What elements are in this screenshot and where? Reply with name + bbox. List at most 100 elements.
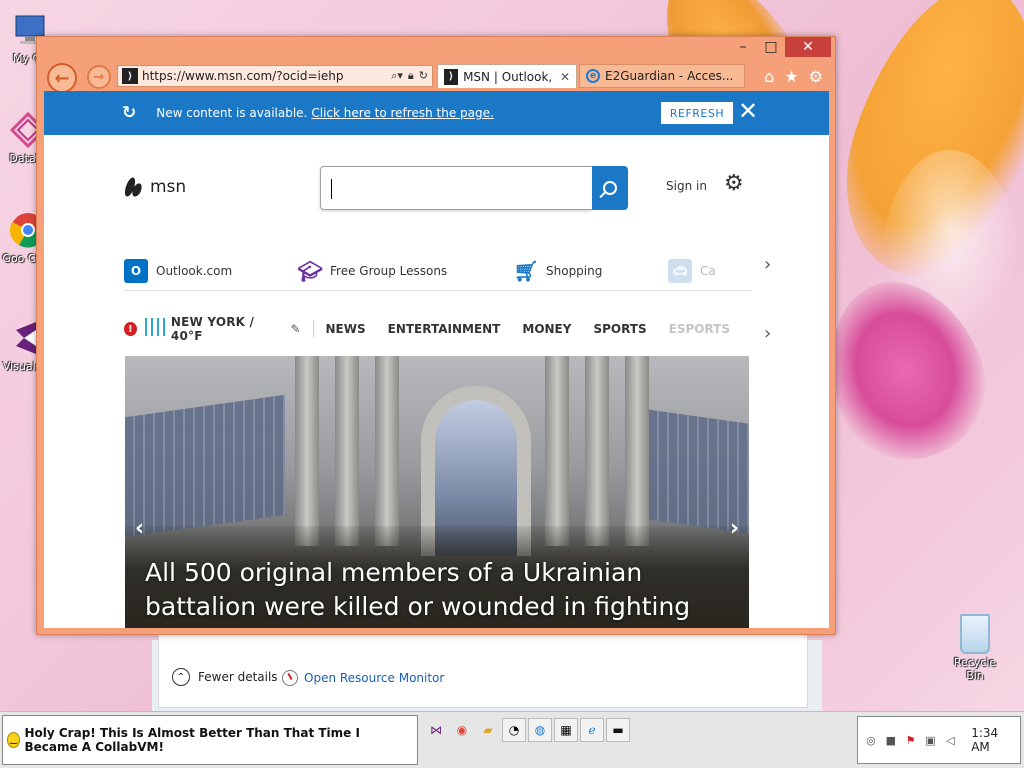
- favorites-star-icon[interactable]: ★: [784, 67, 798, 86]
- globe-icon: ◍: [534, 723, 546, 737]
- weather-location[interactable]: NEW YORK / 40°F: [171, 315, 281, 343]
- taskbar-ie[interactable]: ℯ: [580, 718, 604, 742]
- taskbar-chrome[interactable]: ◉: [450, 718, 474, 742]
- tab-e2guardian[interactable]: e E2Guardian - Acces...: [579, 64, 745, 88]
- chevron-right-icon[interactable]: ›: [764, 254, 771, 275]
- taskbar-visual-studio[interactable]: ⋈: [424, 718, 448, 742]
- msn-favicon-icon: ⟩: [122, 68, 138, 84]
- hero-headline[interactable]: All 500 original members of a Ukrainian …: [145, 556, 725, 624]
- desktop-icon-label: Recycle Bin: [953, 656, 997, 682]
- hero-image-detail: [335, 356, 359, 546]
- taskbar-cmd[interactable]: ▬: [606, 718, 630, 742]
- hero-image-detail: [639, 408, 749, 534]
- quick-links-bar: O Outlook.com 🎓︎ Free Group Lessons 🛒︎ S…: [124, 251, 752, 291]
- nav-divider: [312, 320, 314, 338]
- edit-pencil-icon[interactable]: ✎: [291, 322, 301, 336]
- fewer-details-label: Fewer details: [198, 670, 278, 684]
- quick-link-group-lessons[interactable]: 🎓︎ Free Group Lessons: [297, 258, 447, 283]
- window-controls: – □ ✕: [729, 37, 831, 57]
- close-icon[interactable]: ✕: [738, 97, 758, 125]
- refresh-button[interactable]: REFRESH: [661, 102, 733, 124]
- volume-icon[interactable]: ◁: [943, 733, 957, 747]
- gear-icon[interactable]: ⚙: [809, 67, 823, 86]
- hero-image-detail: [625, 356, 649, 546]
- taskbar-motd[interactable]: ‿ Holy Crap! This Is Almost Better Than …: [2, 715, 418, 765]
- search-icon[interactable]: ⌕▾: [391, 69, 403, 83]
- nav-entertainment[interactable]: ENTERTAINMENT: [388, 322, 501, 336]
- nav-esports[interactable]: ESPORTS: [669, 322, 730, 336]
- home-icon[interactable]: ⌂: [764, 67, 774, 86]
- msn-logo[interactable]: msn: [124, 175, 186, 199]
- search-icon: [603, 181, 617, 195]
- nav-news[interactable]: NEWS: [326, 322, 366, 336]
- refresh-notice-bar: ↻ New content is available. Click here t…: [44, 91, 829, 135]
- system-tray: ◎ ■ ⚑ ▣ ◁ 1:34 AM: [857, 716, 1021, 764]
- quick-link-cars[interactable]: 🚗︎ Ca: [668, 258, 716, 283]
- chevron-right-icon[interactable]: ›: [764, 323, 771, 344]
- open-resource-monitor-link[interactable]: Open Resource Monitor: [282, 670, 444, 686]
- graduation-cap-icon: 🎓︎: [297, 258, 323, 283]
- arrow-left-icon: ←: [54, 67, 70, 89]
- search-button[interactable]: [592, 166, 628, 210]
- weather-alert-icon[interactable]: !: [124, 322, 137, 336]
- settings-gear-icon[interactable]: ⚙: [724, 171, 744, 196]
- hero-image-detail: [375, 356, 399, 546]
- taskbar-task-1[interactable]: ◔: [502, 718, 526, 742]
- taskbar-explorer[interactable]: ▰: [476, 718, 500, 742]
- fewer-details-button[interactable]: ⌃ Fewer details: [172, 668, 278, 686]
- quick-link-outlook[interactable]: O Outlook.com: [124, 258, 233, 283]
- sign-in-link[interactable]: Sign in: [666, 179, 707, 193]
- desktop-icon-recycle-bin[interactable]: Recycle Bin: [944, 614, 1006, 682]
- motd-text: Holy Crap! This Is Almost Better Than Th…: [24, 726, 360, 754]
- logo-text: msn: [150, 177, 187, 197]
- clock[interactable]: 1:34 AM: [971, 726, 1020, 754]
- refresh-icon[interactable]: ↻: [419, 69, 428, 83]
- address-url[interactable]: https://www.msn.com/?ocid=iehp: [142, 69, 343, 83]
- hero-carousel[interactable]: ‹ › All 500 original members of a Ukrain…: [125, 356, 749, 628]
- hero-image-detail: [585, 356, 609, 546]
- quick-link-shopping[interactable]: 🛒︎ Shopping: [513, 259, 603, 283]
- tab-msn[interactable]: ⟩ MSN | Outlook, ... ✕: [437, 64, 577, 88]
- back-button[interactable]: ←: [47, 63, 77, 93]
- network-icon[interactable]: ▣: [924, 733, 938, 747]
- visual-studio-icon: ⋈: [430, 723, 442, 737]
- smiley-icon: ‿: [7, 732, 21, 748]
- tray-flag-icon[interactable]: ⚑: [904, 733, 918, 747]
- arrow-right-icon: →: [93, 69, 105, 85]
- hero-headline-line: battalion were killed or wounded in figh…: [145, 592, 691, 621]
- close-button[interactable]: ✕: [785, 37, 831, 57]
- carousel-prev-icon[interactable]: ‹: [135, 516, 144, 541]
- tray-stop-icon[interactable]: ■: [884, 733, 898, 747]
- ie-icon: ℯ: [588, 723, 596, 737]
- tray-app-icon[interactable]: ◎: [864, 733, 878, 747]
- category-nav: ! NEW YORK / 40°F ✎ NEWS ENTERTAINMENT M…: [124, 315, 752, 343]
- search-box[interactable]: [320, 166, 592, 210]
- carousel-next-icon[interactable]: ›: [730, 516, 739, 541]
- quick-link-label: Outlook.com: [156, 263, 233, 278]
- taskbar-task-3[interactable]: ▦: [554, 718, 578, 742]
- forward-button[interactable]: →: [87, 65, 111, 89]
- rain-icon: [143, 318, 165, 340]
- address-tools: ⌕▾ 🔒︎ ↻: [391, 69, 428, 83]
- browser-tools: ⌂ ★ ⚙: [764, 67, 823, 86]
- nav-money[interactable]: MONEY: [522, 322, 571, 336]
- msn-favicon-icon: ⟩: [444, 68, 459, 85]
- refresh-page-link[interactable]: Click here to refresh the page.: [311, 106, 493, 120]
- nav-sports[interactable]: SPORTS: [593, 322, 646, 336]
- car-icon: 🚗︎: [668, 258, 692, 283]
- cmd-icon: ▬: [612, 723, 624, 737]
- butterfly-icon: [124, 175, 144, 199]
- quick-link-label: Shopping: [546, 263, 603, 278]
- page-viewport: ↻ New content is available. Click here t…: [44, 91, 829, 628]
- taskbar-task-2[interactable]: ◍: [528, 718, 552, 742]
- lock-icon[interactable]: 🔒︎: [408, 69, 414, 83]
- maximize-button[interactable]: □: [757, 37, 785, 57]
- tab-label: E2Guardian - Acces...: [605, 69, 734, 83]
- chevron-up-icon: ⌃: [172, 668, 190, 686]
- taskbar: ‿ Holy Crap! This Is Almost Better Than …: [0, 711, 1024, 768]
- quick-link-label: Ca: [700, 263, 716, 278]
- search-input[interactable]: [321, 167, 592, 209]
- tab-close-icon[interactable]: ✕: [560, 70, 570, 84]
- address-bar[interactable]: ⟩ https://www.msn.com/?ocid=iehp ⌕▾ 🔒︎ ↻: [117, 65, 433, 87]
- minimize-button[interactable]: –: [729, 37, 757, 57]
